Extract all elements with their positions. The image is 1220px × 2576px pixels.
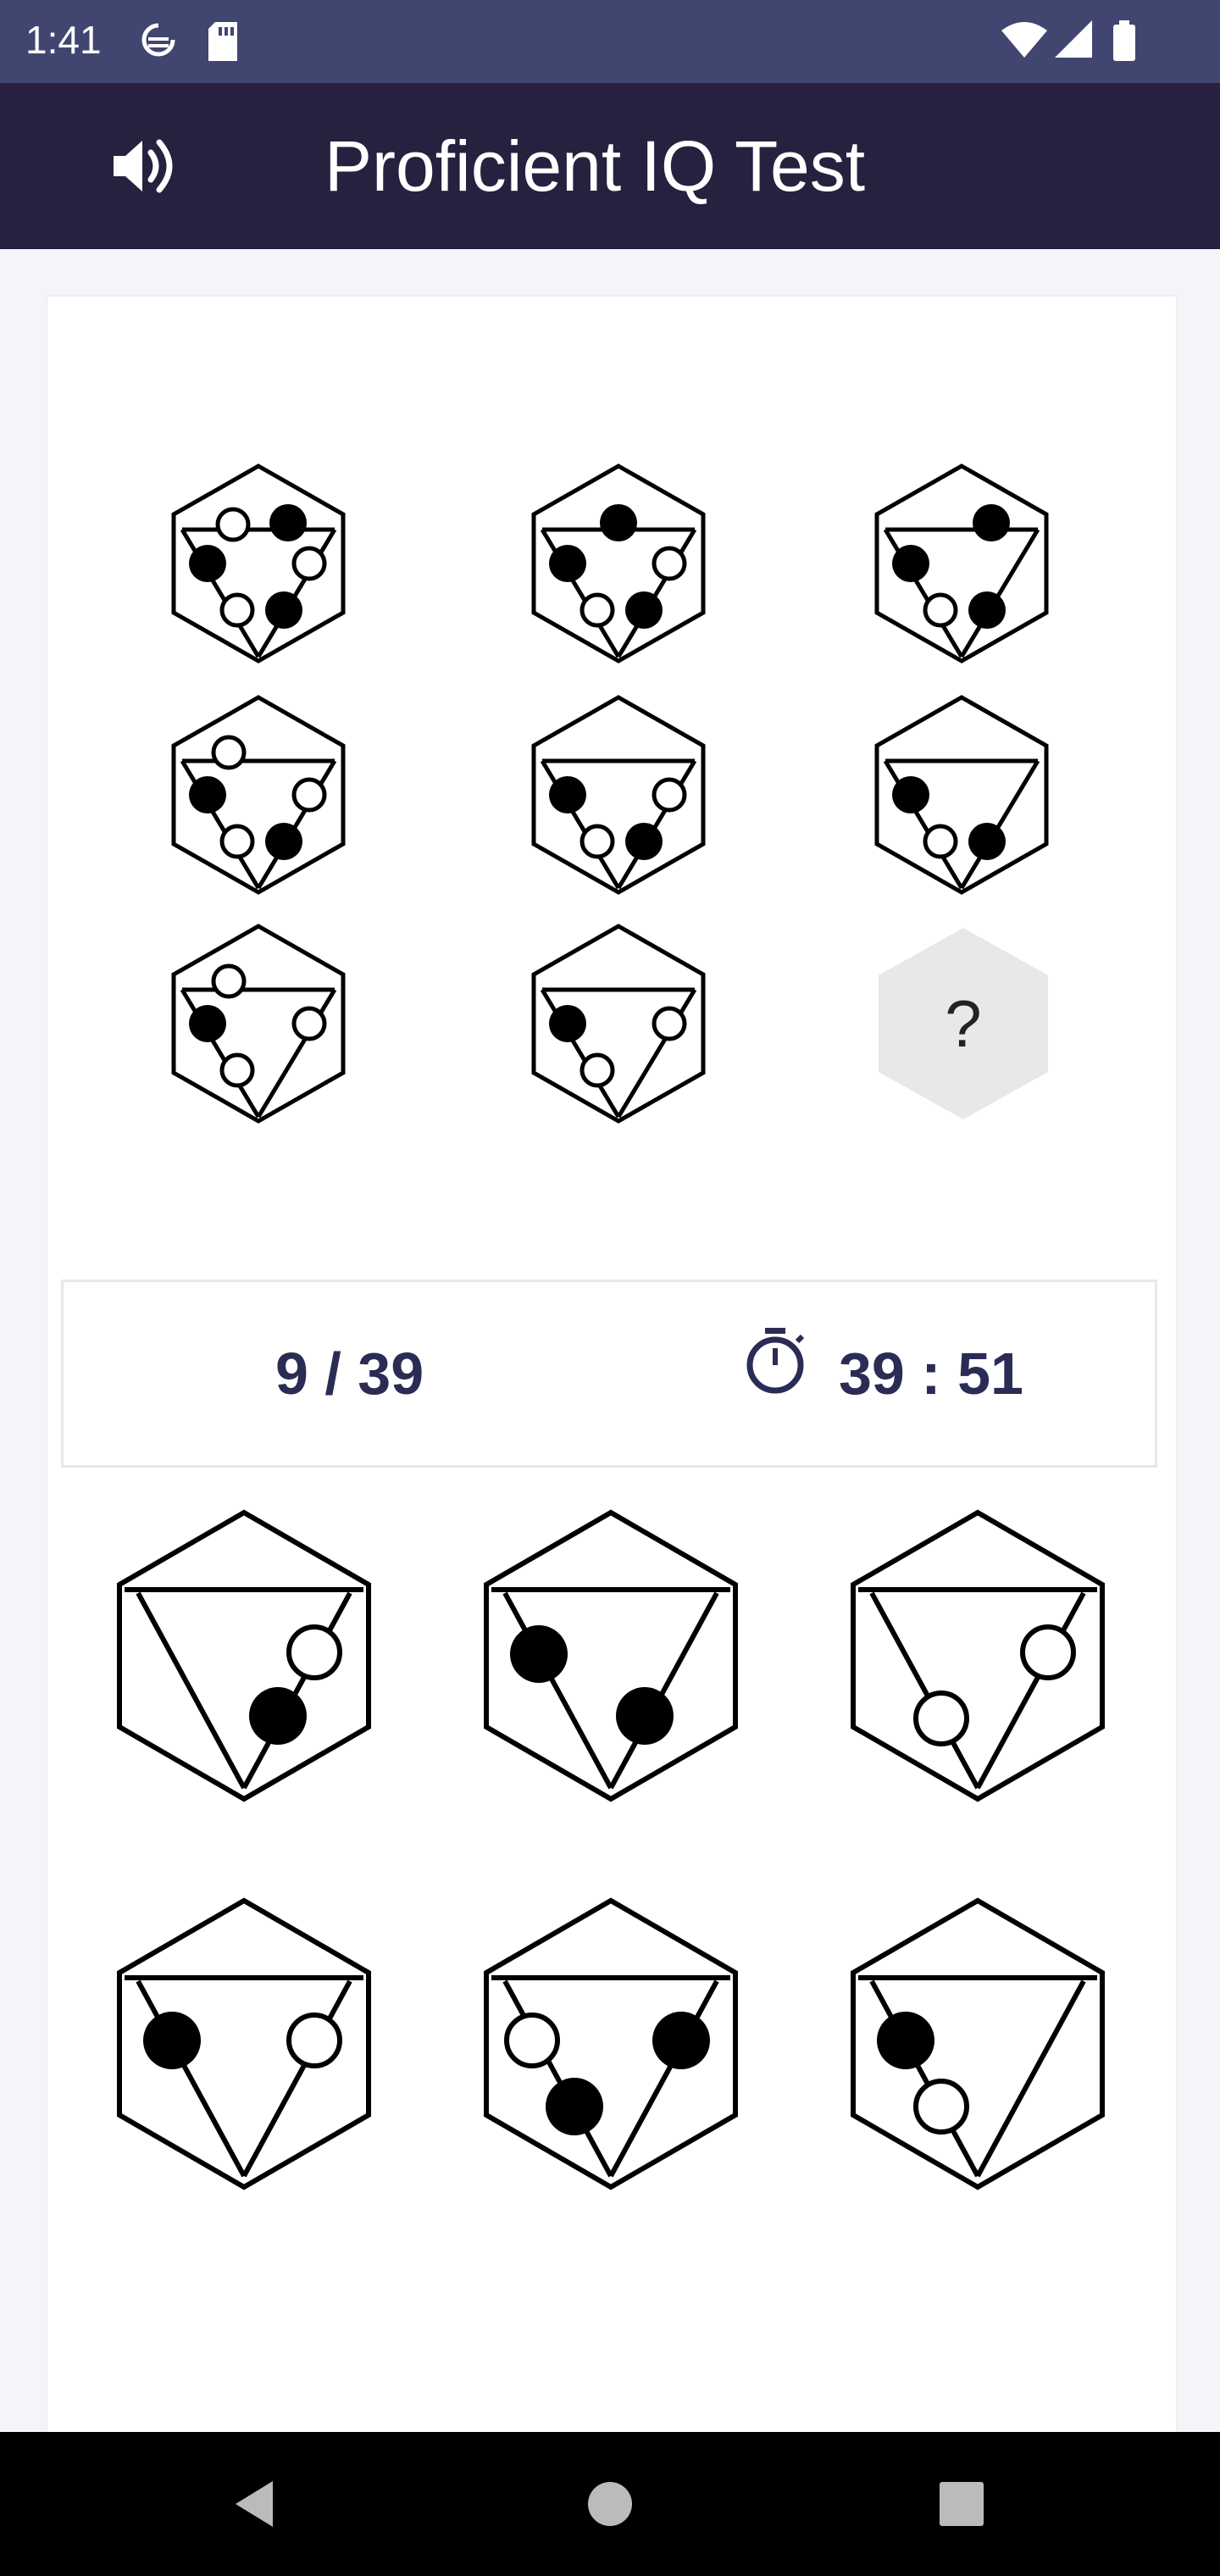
page-title: Proficient IQ Test (324, 126, 866, 206)
puzzle-cell-3 (868, 462, 1055, 665)
sd-card-icon (207, 20, 241, 67)
status-bar: 1:41 (0, 0, 1220, 83)
back-icon[interactable] (229, 2474, 280, 2538)
home-icon[interactable] (585, 2474, 635, 2538)
recents-icon[interactable] (936, 2474, 987, 2538)
puzzle-cell-8 (525, 922, 712, 1125)
puzzle-cell-5 (525, 693, 712, 897)
puzzle-cell-7 (165, 922, 352, 1125)
status-time: 1:41 (25, 18, 102, 62)
answer-option-4[interactable] (113, 1896, 375, 2193)
countdown-timer: 39 : 51 (839, 1341, 1023, 1407)
answer-option-1[interactable] (113, 1508, 375, 1805)
answer-option-5[interactable] (480, 1896, 742, 2193)
puzzle-cell-6 (868, 693, 1055, 897)
answer-option-6[interactable] (846, 1896, 1109, 2193)
missing-cell: ? (877, 926, 1050, 1121)
signal-icon (1055, 20, 1094, 64)
sync-icon (140, 20, 177, 67)
question-progress: 9 / 39 (275, 1341, 424, 1407)
puzzle-cell-2 (525, 462, 712, 665)
wifi-icon (1001, 20, 1047, 64)
puzzle-cell-1 (165, 462, 352, 665)
puzzle-cell-4 (165, 693, 352, 897)
app-bar: Proficient IQ Test (0, 83, 1220, 249)
volume-icon[interactable] (110, 136, 178, 201)
navigation-bar (0, 2432, 1220, 2576)
stopwatch-icon (741, 1324, 809, 1400)
question-mark: ? (945, 986, 982, 1061)
answer-option-3[interactable] (846, 1508, 1109, 1805)
answer-option-2[interactable] (480, 1508, 742, 1805)
progress-panel: 9 / 39 39 : 51 (61, 1280, 1157, 1468)
battery-icon (1112, 20, 1137, 67)
